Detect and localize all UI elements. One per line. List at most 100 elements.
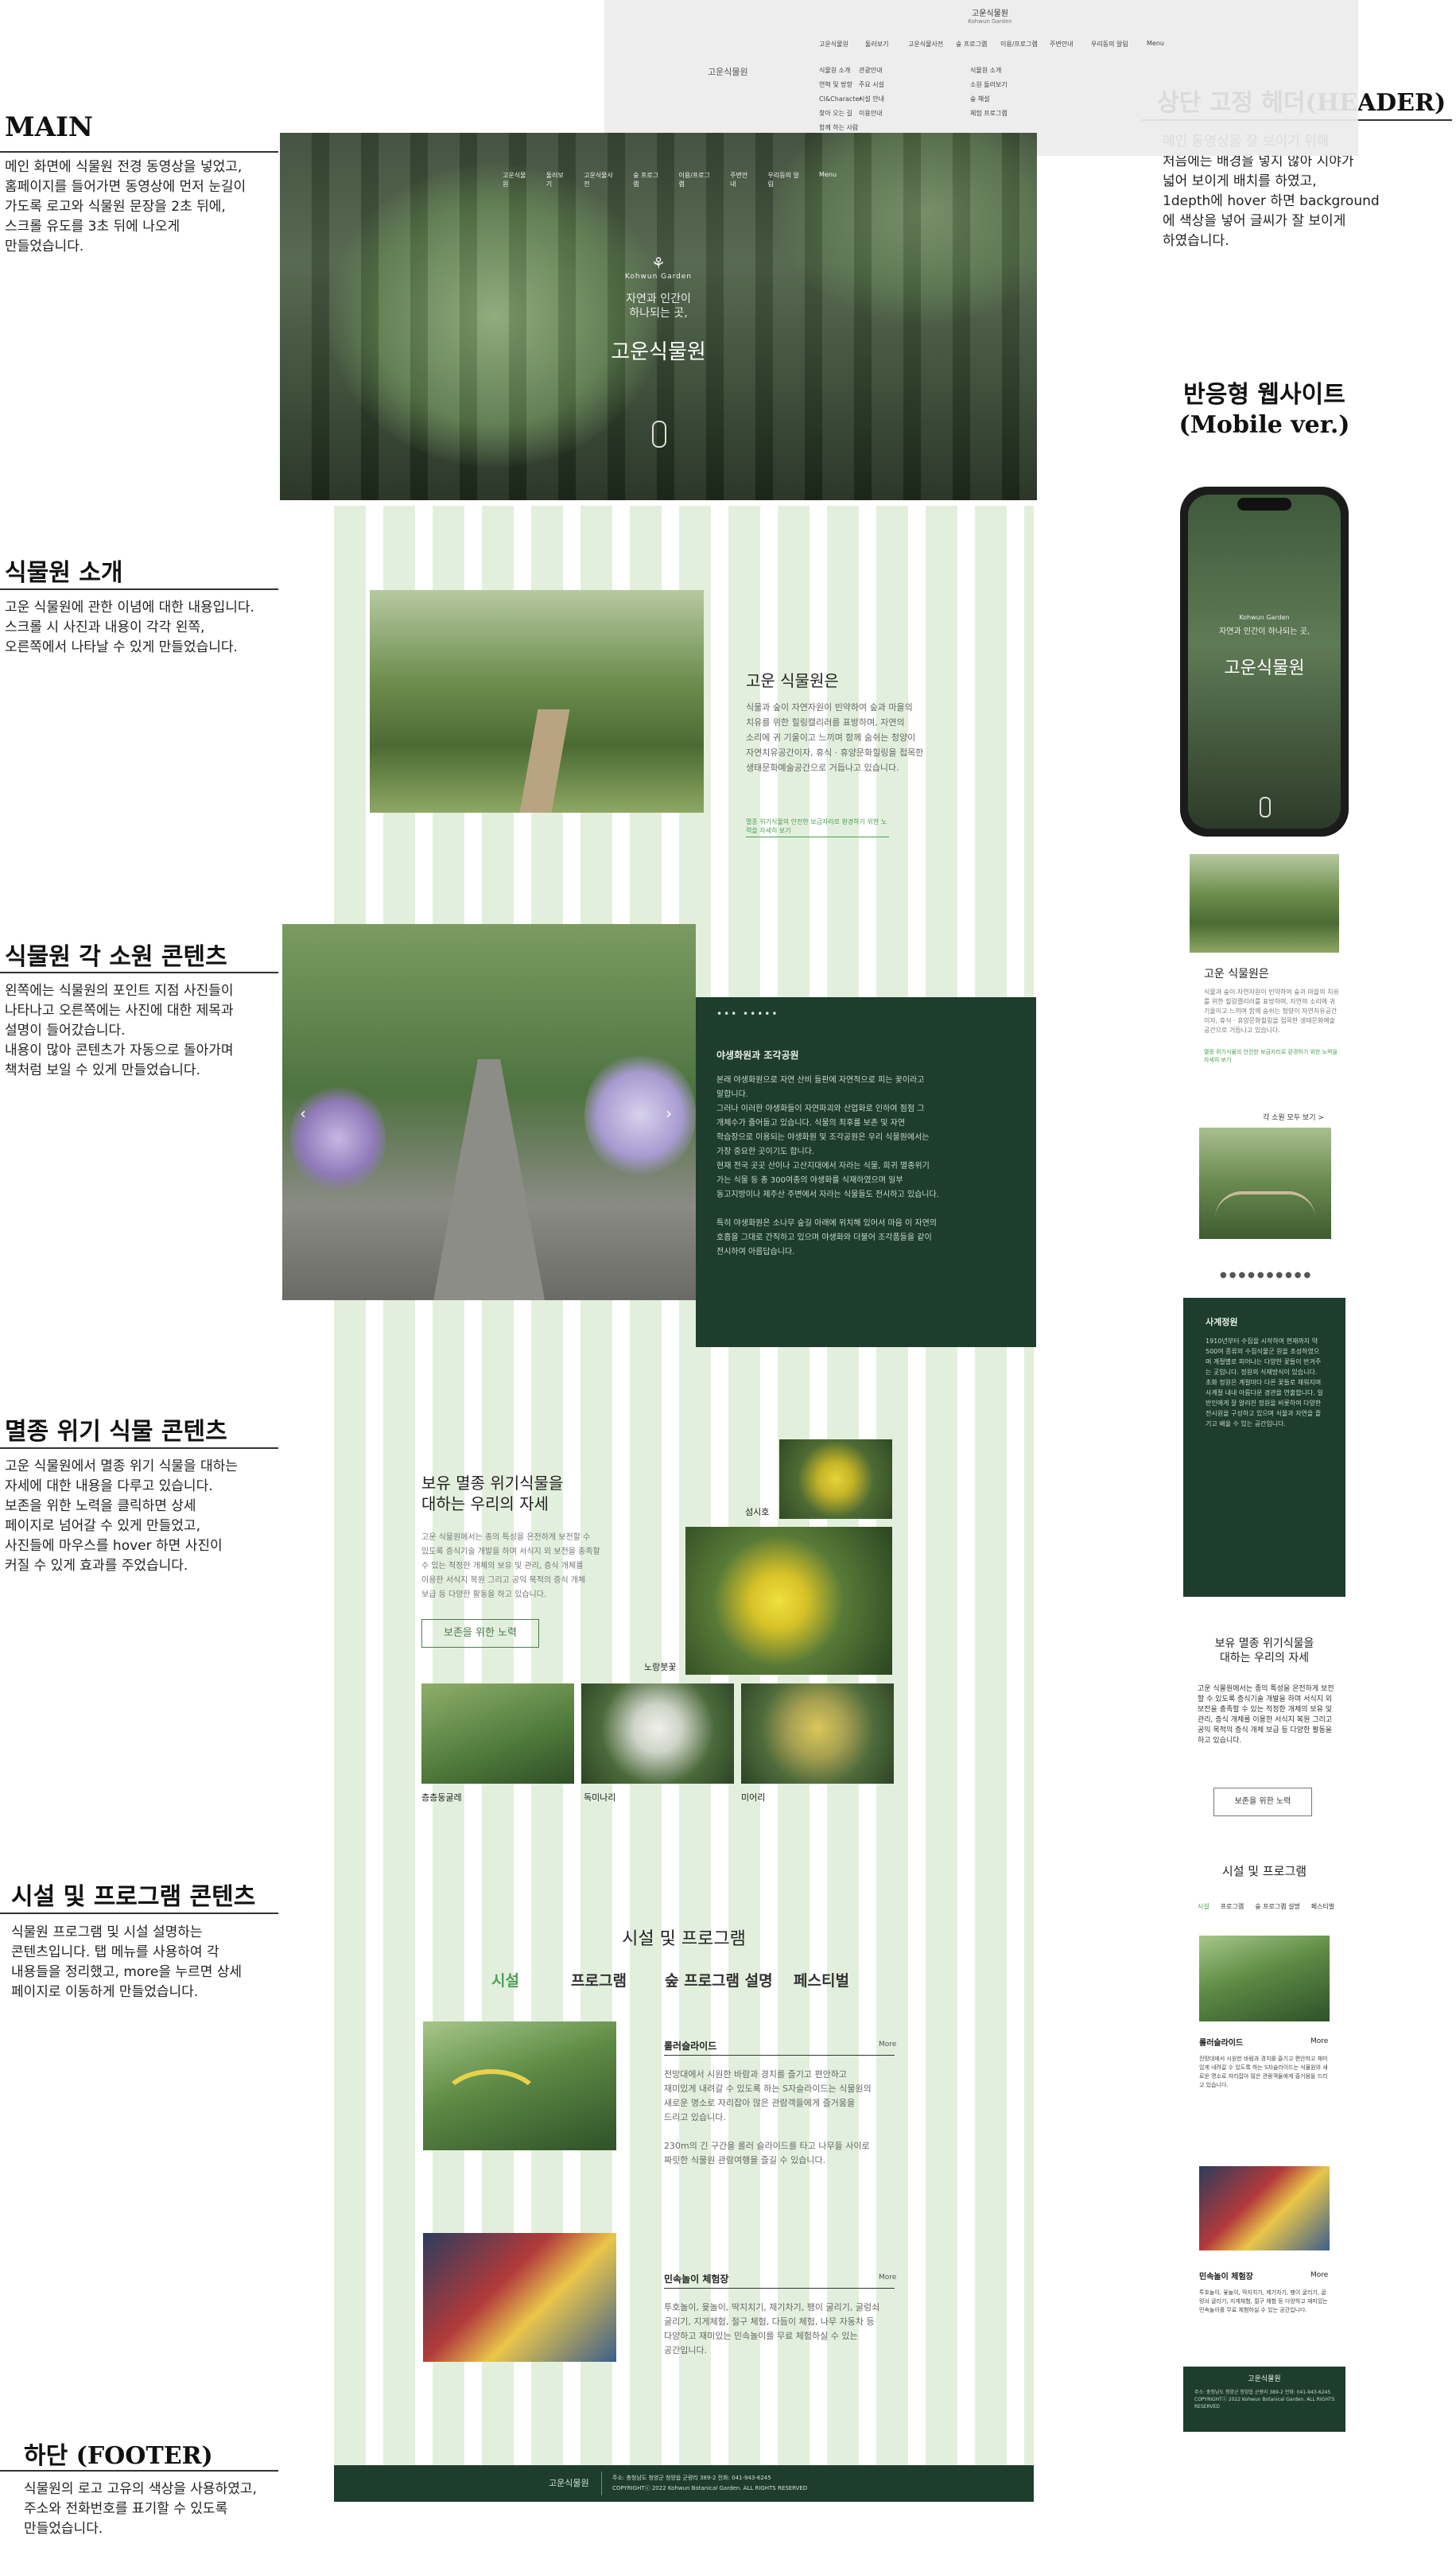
mobile-gardens-all-link[interactable]: 각 소원 모두 보기 > xyxy=(1263,1112,1324,1122)
endangered-body: 고운 식물원에서는 종의 특성을 온전하게 보전할 수 있도록 증식기술 개발을 … xyxy=(421,1533,600,1599)
facility-photo-folk-play[interactable] xyxy=(423,2233,616,2362)
mobile-slide-dots[interactable]: ●●●●●●●●●● xyxy=(1220,1271,1313,1280)
header-nav-item[interactable]: 둘러보기 xyxy=(865,40,888,49)
footer-divider xyxy=(601,2472,602,2495)
plant-photo-cheungcheung[interactable] xyxy=(421,1683,574,1784)
hero-title: 고운식물원 xyxy=(611,340,706,364)
plant-photo-dokminari[interactable] xyxy=(581,1683,734,1784)
plant-label-yellow-iris: 노랑붓꽃 xyxy=(644,1662,677,1672)
mobile-more-link[interactable]: More xyxy=(1310,2271,1328,2279)
annotation-gardens-text: 왼쪽에는 식물원의 포인트 지점 사진들이 나타나고 오른쪽에는 사진에 대한 제… xyxy=(5,983,234,1078)
mobile-intro-heading: 고운 식물원은 xyxy=(1204,968,1269,981)
mobile-footer: 고운식물원 주소: 충청남도 청양군 청양읍 군량리 389-2 전화: 041… xyxy=(1183,2367,1345,2432)
slide-tube-shape xyxy=(439,2069,544,2142)
mobile-garden-photo xyxy=(1199,1128,1331,1239)
mobile-garden-panel: 사계정원 1910년부터 수집을 시작하여 현재까지 약 500여 종류의 수집… xyxy=(1183,1298,1345,1597)
intro-forest-photo xyxy=(370,590,704,813)
hero-menu-button[interactable]: Menu xyxy=(819,171,837,188)
plant-photo-seomsiho[interactable] xyxy=(779,1439,892,1519)
header-nav-item[interactable]: 주변안내 xyxy=(1050,40,1073,49)
mobile-facility-body-folk-play: 투호놀이, 윷놀이, 딱지치기, 제기차기, 팽이 굴리기, 굴렁쇠 굴리기, … xyxy=(1199,2289,1328,2313)
facility-divider xyxy=(664,2055,895,2056)
plant-label-mieori: 미어리 xyxy=(741,1792,766,1803)
mobile-hero-logo: Kohwun Garden xyxy=(1239,614,1290,621)
plant-photo-mieori[interactable] xyxy=(741,1683,894,1784)
mobile-facility-photo-roller-slide[interactable] xyxy=(1199,1936,1330,2021)
mobile-endangered-body: 고운 식물원에서는 종의 특성을 온전하게 보전할 수 있도록 증식기술 개발을… xyxy=(1198,1685,1334,1745)
mobile-hero-title: 고운식물원 xyxy=(1224,658,1305,678)
phone-notch xyxy=(1237,498,1291,511)
mobile-more-link[interactable]: More xyxy=(1310,2037,1328,2045)
facility-body-folk-play: 투호놀이, 윷놀이, 딱지치기, 제기차기, 팽이 굴리기, 굴렁쇠 굴리기, 지… xyxy=(664,2302,880,2355)
header-nav-item[interactable]: 우리동의 알림 xyxy=(1091,40,1128,49)
plant-photo-yellow-iris[interactable] xyxy=(685,1527,892,1675)
header-nav-item[interactable]: 고운식물원 xyxy=(819,40,848,49)
mobile-intro-link[interactable]: 멸종 위기식물의 안전한 보금자리로 환경하기 위한 노력을 자세히 보기 xyxy=(1204,1048,1339,1064)
conservation-button[interactable]: 보존을 위한 노력 xyxy=(421,1619,539,1648)
mobile-footer-info: 주소: 충청남도 청양군 청양읍 군량리 389-2 전화: 041-943-6… xyxy=(1194,2390,1335,2410)
mobile-facility-title-folk-play: 민속놀이 체험장 xyxy=(1199,2273,1253,2281)
facilities-heading: 시설 및 프로그램 xyxy=(622,1929,746,1949)
header-menu-button[interactable]: Menu xyxy=(1147,40,1164,47)
mobile-facility-photo-folk-play[interactable] xyxy=(1199,2166,1330,2250)
tab-program[interactable]: 프로그램 xyxy=(571,1969,627,1990)
annotation-footer-title: 하단 (FOOTER) xyxy=(24,2442,213,2470)
more-link[interactable]: More xyxy=(879,2041,896,2048)
annotation-intro-title: 식물원 소개 xyxy=(5,559,123,587)
header-left-logo[interactable]: 고운식물원 xyxy=(708,65,748,78)
annotation-gardens-title: 식물원 각 소원 콘텐츠 xyxy=(5,943,227,971)
hero-nav-item[interactable]: 우리동의 알림 xyxy=(767,171,805,188)
mobile-tab-forest-program[interactable]: 숲 프로그램 설명 xyxy=(1255,1902,1300,1911)
annotation-main-text: 메인 화면에 식물원 전경 동영상을 넣었고, 홈페이지를 들어가면 동영상에 먼… xyxy=(5,159,247,254)
slider-prev-icon[interactable]: ‹ xyxy=(300,1104,306,1123)
intro-link[interactable]: 멸종 위기식물의 안전한 보금자리로 환경하기 위한 노력을 자세히 보기 xyxy=(746,817,889,835)
tab-facilities[interactable]: 시설 xyxy=(491,1969,519,1990)
more-link[interactable]: More xyxy=(879,2274,896,2281)
scroll-indicator-icon xyxy=(652,421,666,448)
site-footer: 고운식물원 주소: 충청남도 청양군 청양읍 군량리 389-2 전화: 041… xyxy=(334,2465,1034,2502)
facility-photo-roller-slide[interactable] xyxy=(423,2021,616,2150)
mobile-footer-logo[interactable]: 고운식물원 xyxy=(1183,2373,1345,2383)
mobile-panel-heading: 사계정원 xyxy=(1206,1317,1238,1327)
mobile-tab-program[interactable]: 프로그램 xyxy=(1221,1902,1244,1911)
annotation-gardens-divider xyxy=(0,972,278,973)
slide-pagination-dots[interactable]: ••• ••••• xyxy=(716,1008,778,1019)
annotation-facilities-divider xyxy=(0,1913,278,1914)
footer-info: 주소: 충청남도 청양군 청양읍 군량리 389-2 전화: 041-943-6… xyxy=(612,2475,808,2491)
footer-logo[interactable]: 고운식물원 xyxy=(549,2476,589,2489)
intro-heading: 고운 식물원은 xyxy=(746,671,839,690)
mobile-phone-frame: Kohwun Garden 자연과 인간이 하나되는 곳, 고운식물원 xyxy=(1180,487,1349,837)
annotation-footer-text: 식물원의 로고 고유의 색상을 사용하였고, 주소와 전화번호를 표기할 수 있도… xyxy=(24,2481,257,2537)
hero-nav-item[interactable]: 숲 프로그램 xyxy=(633,171,664,188)
hero-nav-item[interactable]: 고운식물사전 xyxy=(584,171,619,188)
plant-label-dokminari: 독미나리 xyxy=(584,1792,616,1803)
header-submenu-col2: 관광안내 주요 시설 시설 안내 이용안내 xyxy=(859,67,884,117)
hydrangea-shape xyxy=(584,1051,696,1179)
hero-logo: ⚘ Kohwun Garden xyxy=(619,254,698,281)
hero-nav-item[interactable]: 둘러보기 xyxy=(546,171,569,188)
hero-nav-item[interactable]: 고운식물원 xyxy=(503,171,532,188)
mobile-tab-facilities[interactable]: 시설 xyxy=(1198,1902,1209,1911)
header-submenu-col1: 식물원 소개 연혁 및 방향 CI&Character 찾아 오는 길 함께 하는 사람 xyxy=(819,67,862,131)
mobile-conservation-button[interactable]: 보존을 위한 노력 xyxy=(1213,1788,1312,1816)
garden-panel-heading: 야생화원과 조각공원 xyxy=(716,1050,799,1061)
annotation-endangered-text: 고운 식물원에서 멸종 위기 식물을 대하는 자세에 대한 내용을 다루고 있습니… xyxy=(5,1458,238,1574)
forest-path-shape xyxy=(519,709,570,813)
mobile-hero-slogan: 자연과 인간이 하나되는 곳, xyxy=(1219,627,1310,636)
header-nav-item[interactable]: 숲 프로그램 xyxy=(956,40,987,49)
mobile-tab-festival[interactable]: 페스티벌 xyxy=(1311,1902,1334,1911)
annotation-main-title: MAIN xyxy=(5,111,93,143)
mobile-endangered-heading: 보유 멸종 위기식물을 대하는 우리의 자세 xyxy=(1214,1637,1314,1664)
header-logo[interactable]: 고운식물원 Kohwun Garden xyxy=(954,6,1026,25)
tab-forest-program[interactable]: 숲 프로그램 설명 xyxy=(665,1969,773,1990)
annotation-main-divider xyxy=(0,151,278,153)
hero-nav-item[interactable]: 이용/프로그램 xyxy=(678,171,716,188)
bridge-shape xyxy=(1215,1191,1315,1218)
mobile-intro-body: 식물과 숲이 자연자원이 빈약하여 숲과 마을의 치유를 위한 힐링캘리러를 표… xyxy=(1204,988,1339,1034)
hero-nav-item[interactable]: 주변안내 xyxy=(730,171,753,188)
tab-festival[interactable]: 페스티벌 xyxy=(794,1969,849,1990)
header-nav-item[interactable]: 이용/프로그램 xyxy=(1000,40,1038,49)
header-nav-item[interactable]: 고운식물사전 xyxy=(908,40,943,49)
slider-next-icon[interactable]: › xyxy=(666,1104,672,1123)
facility-divider xyxy=(664,2288,895,2289)
